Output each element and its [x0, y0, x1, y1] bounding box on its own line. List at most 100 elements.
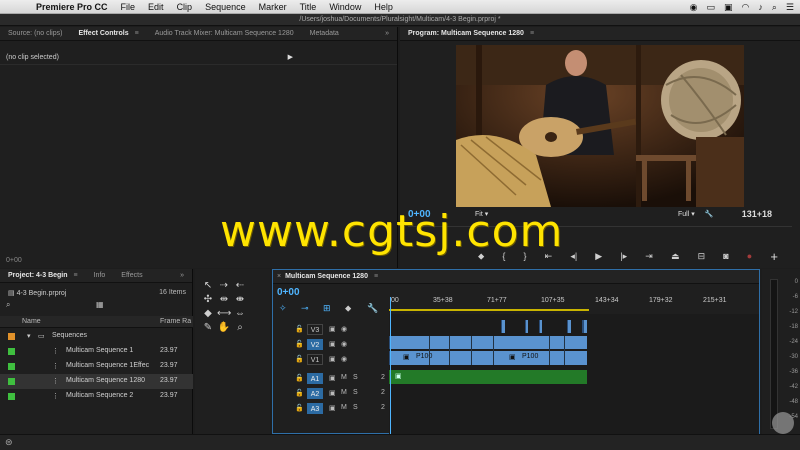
voiceover-icon[interactable]: 2 [381, 389, 385, 396]
mute-button[interactable]: M [341, 374, 347, 381]
program-video-frame[interactable] [456, 45, 744, 207]
video-clip[interactable] [567, 320, 571, 333]
solo-button[interactable]: S [353, 389, 358, 396]
timeline-playhead[interactable] [390, 297, 391, 434]
linked-selection-icon[interactable]: ⊸ [301, 303, 309, 314]
edit-point[interactable] [564, 336, 565, 365]
sync-lock-icon[interactable]: ▣ [329, 340, 336, 348]
pen-tool-icon[interactable]: ✎ [201, 321, 215, 335]
solo-button[interactable]: S [353, 374, 358, 381]
rate-stretch-tool-icon[interactable]: ⇼ [233, 293, 247, 307]
video-clip[interactable] [583, 320, 587, 333]
timeline-timecode[interactable]: 0+00 [277, 287, 300, 298]
eye-icon[interactable]: ◉ [341, 340, 347, 348]
work-area-bar[interactable] [389, 309, 589, 311]
cast-icon[interactable]: ▭ [706, 2, 715, 13]
list-item[interactable]: ⋮ Multicam Sequence 1 23.97 [0, 344, 193, 359]
extract-icon[interactable]: ⊟ [698, 251, 706, 262]
add-button-icon[interactable]: + [770, 249, 778, 264]
mute-button[interactable]: M [341, 389, 347, 396]
edit-point[interactable] [493, 336, 494, 365]
rolling-edit-tool-icon[interactable]: ⇹ [217, 293, 231, 307]
solo-button[interactable]: S [353, 404, 358, 411]
wrench-icon[interactable]: 🔧 [367, 303, 378, 314]
menu-window[interactable]: Window [329, 2, 361, 12]
panel-menu-icon[interactable]: ≡ [74, 272, 78, 279]
zoom-tool-icon[interactable]: ⌕ [233, 321, 247, 335]
tab-source[interactable]: Source: (no clips) [0, 27, 70, 41]
label-color-swatch[interactable] [8, 393, 15, 400]
sync-lock-icon[interactable]: ▣ [329, 374, 336, 382]
voiceover-icon[interactable]: 2 [381, 374, 385, 381]
screen-icon[interactable]: ▣ [724, 2, 733, 13]
voiceover-icon[interactable]: 2 [381, 404, 385, 411]
list-item[interactable]: ⋮ Multicam Sequence 2 23.97 [0, 389, 193, 404]
menu-clip[interactable]: Clip [177, 2, 193, 12]
search-icon[interactable]: ⌕ [6, 300, 10, 310]
lock-icon[interactable]: 🔓 [295, 404, 304, 412]
step-forward-icon[interactable]: |▸ [620, 251, 627, 262]
track-target-a3[interactable]: A3 [307, 403, 323, 414]
tab-project[interactable]: Project: 4-3 Begin ≡ [0, 269, 86, 283]
label-color-swatch[interactable] [8, 333, 15, 340]
list-item[interactable]: ⋮ Multicam Sequence 1Effec 23.97 [0, 359, 193, 374]
resolution-dropdown[interactable]: Full ▾ 🔧 [678, 210, 713, 218]
video-clip[interactable] [501, 320, 505, 333]
edit-point[interactable] [449, 336, 450, 365]
panel-overflow-icon[interactable]: » [377, 27, 397, 41]
menu-sequence[interactable]: Sequence [205, 2, 246, 12]
step-back-icon[interactable]: ◂| [570, 251, 577, 262]
lock-icon[interactable]: 🔓 [295, 340, 304, 348]
selection-tool-icon[interactable]: ↖ [201, 279, 215, 293]
app-menu[interactable]: Premiere Pro CC [36, 2, 108, 12]
add-marker-icon[interactable]: ⬥ [345, 303, 351, 314]
slide-tool-icon[interactable]: ⇔ [233, 307, 247, 321]
label-color-swatch[interactable] [8, 363, 15, 370]
wifi-icon[interactable]: ◠ [742, 2, 750, 13]
track-target-a2[interactable]: A2 [307, 388, 323, 399]
slip-tool-icon[interactable]: ⟷ [217, 307, 231, 321]
eye-icon[interactable]: ◉ [341, 355, 347, 363]
list-item[interactable]: ⋮ Multicam Sequence 1280 23.97 [0, 374, 193, 389]
panel-menu-icon[interactable]: ≡ [530, 30, 534, 37]
lock-icon[interactable]: 🔓 [295, 355, 304, 363]
panel-menu-icon[interactable]: ≡ [135, 30, 139, 37]
edit-point[interactable] [471, 336, 472, 365]
label-color-swatch[interactable] [8, 378, 15, 385]
track-select-back-icon[interactable]: ⇠ [233, 279, 247, 293]
tab-multicam-sequence[interactable]: Multicam Sequence 1280 ≡ [285, 270, 386, 284]
ripple-edit-tool-icon[interactable]: ✣ [201, 293, 215, 307]
sync-lock-icon[interactable]: ▣ [329, 325, 336, 333]
lift-icon[interactable]: ⏏ [671, 251, 680, 262]
video-clip[interactable] [525, 320, 528, 333]
list-item[interactable]: ▾ ▭ Sequences [0, 329, 193, 344]
volume-icon[interactable]: ♪ [758, 2, 763, 12]
lock-icon[interactable]: 🔓 [295, 325, 304, 333]
snap-icon[interactable]: ✧ [279, 303, 287, 314]
column-frame-rate[interactable]: Frame Ra [160, 318, 191, 325]
menu-title[interactable]: Title [300, 2, 317, 12]
export-frame-icon[interactable]: ◙ [723, 251, 728, 261]
track-target-v3[interactable]: V3 [307, 324, 323, 335]
record-icon[interactable]: ● [747, 251, 752, 261]
edit-point[interactable] [549, 336, 550, 365]
go-to-out-icon[interactable]: ⇥ [645, 251, 653, 262]
video-clip[interactable] [389, 336, 587, 349]
tab-info[interactable]: Info [86, 269, 114, 283]
lock-icon[interactable]: 🔓 [295, 389, 304, 397]
eye-icon[interactable]: ◉ [341, 325, 347, 333]
label-color-swatch[interactable] [8, 348, 15, 355]
expand-arrow-icon[interactable]: ▶ [288, 53, 293, 61]
tab-effects[interactable]: Effects [113, 269, 150, 283]
record-status-icon[interactable]: ◉ [690, 2, 698, 13]
tab-program[interactable]: Program: Multicam Sequence 1280 ≡ [400, 27, 542, 41]
close-icon[interactable]: × [273, 270, 285, 284]
sync-lock-icon[interactable]: ▣ [329, 389, 336, 397]
video-clip[interactable] [539, 320, 542, 333]
tab-metadata[interactable]: Metadata [302, 27, 347, 41]
project-search-row[interactable]: ⌕ ▦ [4, 300, 189, 310]
sync-lock-icon[interactable]: ▣ [329, 355, 336, 363]
list-icon[interactable]: ☰ [786, 2, 794, 13]
menu-edit[interactable]: Edit [148, 2, 164, 12]
tab-audio-track-mixer[interactable]: Audio Track Mixer: Multicam Sequence 128… [147, 27, 302, 41]
